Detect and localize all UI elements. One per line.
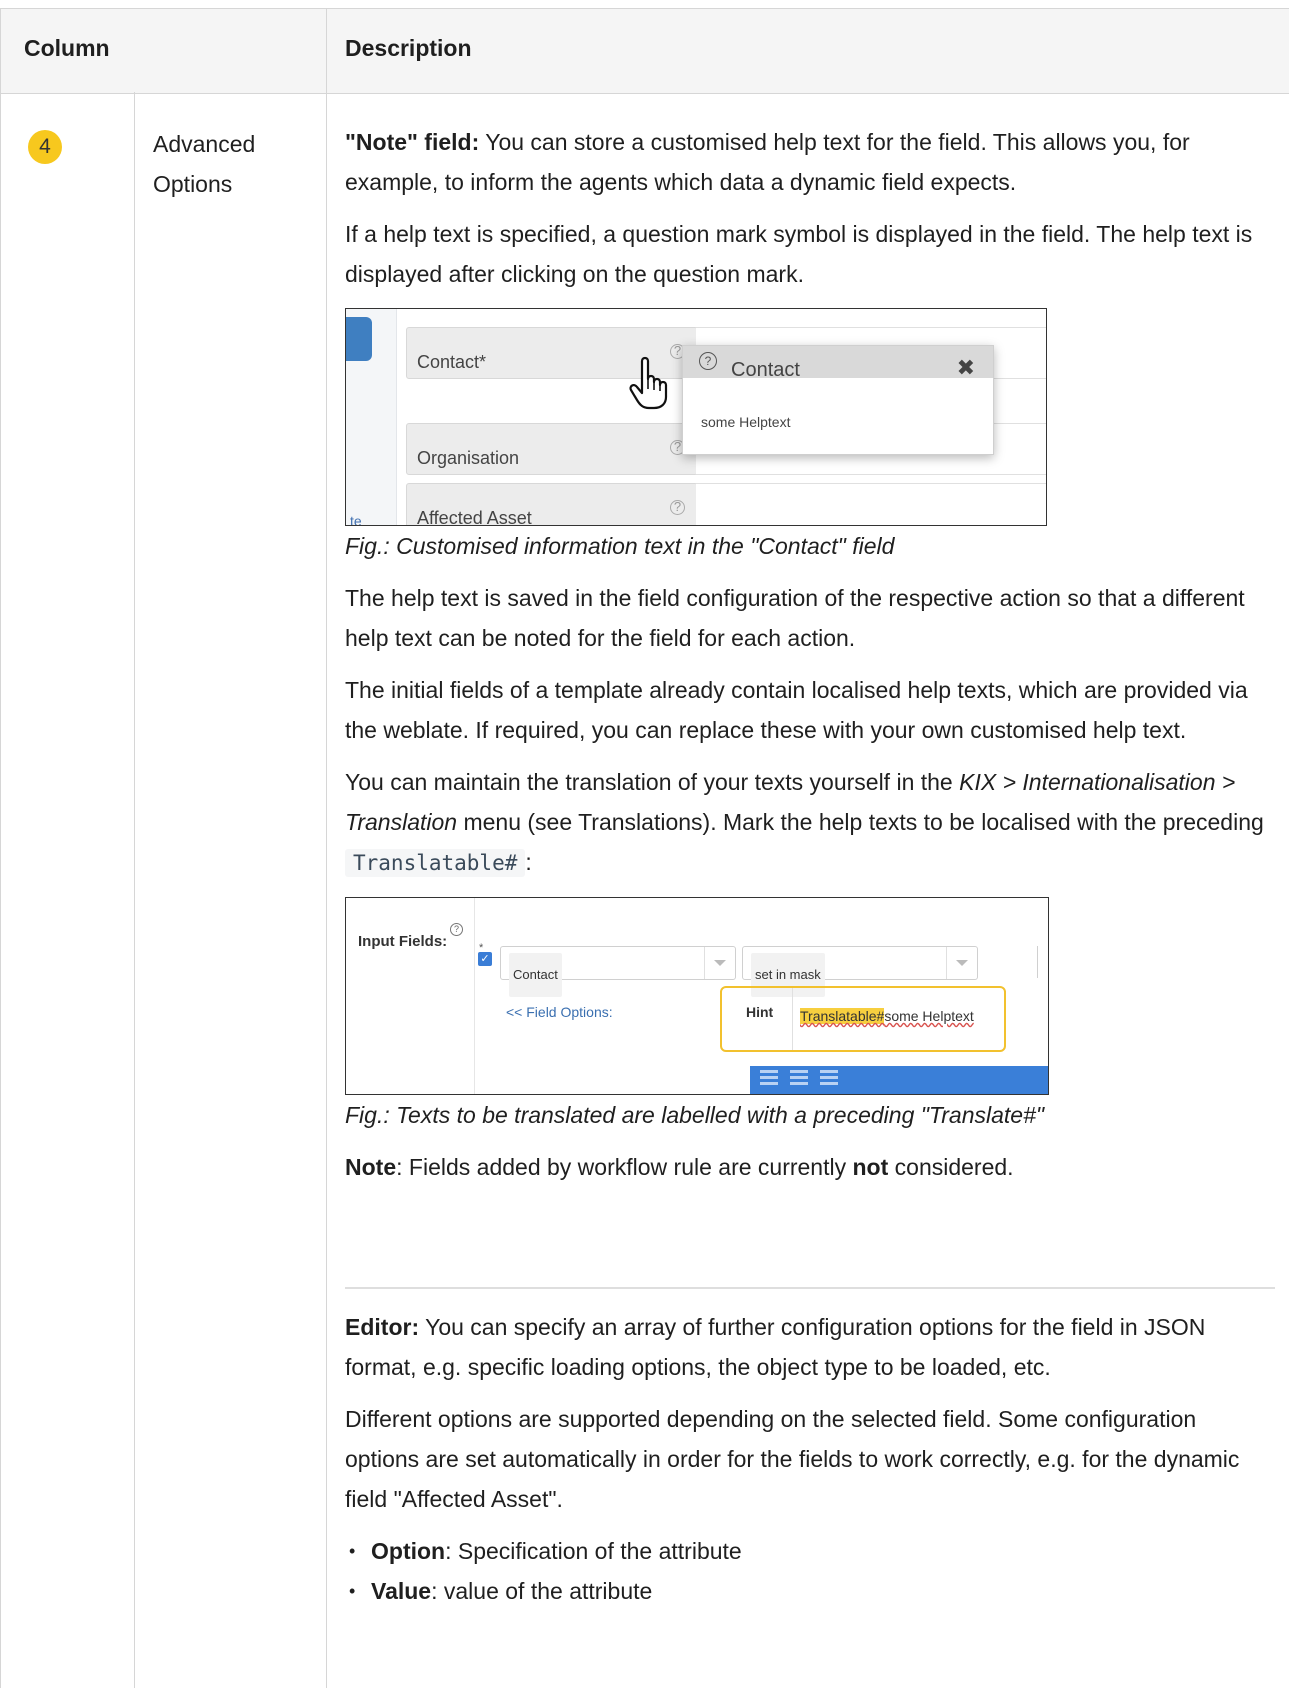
saved-paragraph: The help text is saved in the field conf…	[345, 585, 1245, 651]
field-select[interactable]: Contact	[500, 946, 736, 997]
inline-code: Translatable#	[345, 849, 526, 877]
align-icon[interactable]	[790, 1070, 808, 1073]
editor-toolbar	[750, 1066, 1048, 1094]
align-icon[interactable]	[760, 1070, 778, 1073]
column-name: Advanced Options	[153, 131, 256, 197]
input-fields-label: Input Fields:	[358, 933, 448, 950]
field-affected-asset: Affected Asset ?	[406, 483, 698, 525]
options-table: Column Description 4 Advanced Options "N…	[0, 8, 1289, 1688]
list-item: Option: Specification of the attribute	[345, 1531, 1275, 1571]
translatable-prefix: Translatable#	[800, 1008, 885, 1024]
chevron-down-icon	[946, 947, 977, 979]
sort-icon[interactable]	[820, 1070, 838, 1073]
list-item: Value: value of the attribute	[345, 1571, 1275, 1611]
table-border-left	[0, 8, 1, 1688]
table-divider-column	[134, 92, 135, 1688]
question-circle-icon: ?	[699, 352, 717, 370]
hint-box: Hint Translatable#some Helptext	[720, 986, 1006, 1052]
field-checkbox[interactable]: ✓	[478, 952, 492, 966]
figure-translatable-hint: Input Fields: ? * ✓ Contact set in mask …	[345, 897, 1049, 1095]
header-description: Description	[345, 35, 472, 61]
note-field-paragraph: "Note" field: You can store a customised…	[345, 129, 1190, 195]
options-list: Option: Specification of the attribute V…	[345, 1531, 1275, 1611]
header-column: Column	[24, 35, 110, 61]
document-page: Column Description 4 Advanced Options "N…	[0, 0, 1289, 1688]
initial-fields-paragraph: The initial fields of a template already…	[345, 677, 1248, 743]
popup-title: Contact	[731, 359, 800, 381]
field-affected-asset-input	[696, 483, 1046, 525]
editor-label: Editor:	[345, 1314, 420, 1340]
workflow-note-paragraph: Note: Fields added by workflow rule are …	[345, 1154, 1014, 1180]
figure-contact-helptext: te Contact* ? Organisation ? Affected As…	[345, 308, 1047, 526]
help-question-icon[interactable]: ?	[670, 500, 685, 515]
figure1-caption: Fig.: Customised information text in the…	[345, 533, 895, 559]
popup-text: some Helptext	[701, 414, 791, 430]
table-divider-description	[326, 8, 327, 1688]
section-divider	[345, 1287, 1275, 1289]
help-paragraph: If a help text is specified, a question …	[345, 221, 1253, 287]
sidebar-strip: te	[346, 309, 397, 525]
field-options-link[interactable]: << Field Options:	[506, 992, 613, 1032]
options-paragraph: Different options are supported dependin…	[345, 1406, 1240, 1512]
hint-label: Hint	[746, 1004, 774, 1020]
sidebar-tab	[346, 317, 372, 361]
hand-cursor-icon	[629, 356, 668, 410]
hint-input[interactable]: Translatable#some Helptext	[800, 996, 974, 1036]
table-header: Column Description	[0, 8, 1289, 94]
translation-paragraph: You can maintain the translation of your…	[345, 769, 1264, 877]
note-field-label: "Note" field:	[345, 129, 480, 155]
figure2-caption: Fig.: Texts to be translated are labelle…	[345, 1102, 1045, 1128]
description-cell: "Note" field: You can store a customised…	[345, 122, 1275, 1611]
helptext-popup: ? Contact ✖ some Helptext	[682, 345, 994, 455]
mode-select[interactable]: set in mask	[742, 946, 978, 997]
field-organisation: Organisation ?	[406, 423, 698, 475]
step-number-badge: 4	[28, 130, 62, 164]
help-question-icon[interactable]: ?	[450, 923, 463, 936]
sidebar-fragment: te	[350, 513, 362, 526]
close-icon[interactable]: ✖	[957, 348, 975, 388]
editor-paragraph: Editor: You can specify an array of furt…	[345, 1314, 1206, 1380]
chevron-down-icon	[704, 947, 735, 979]
